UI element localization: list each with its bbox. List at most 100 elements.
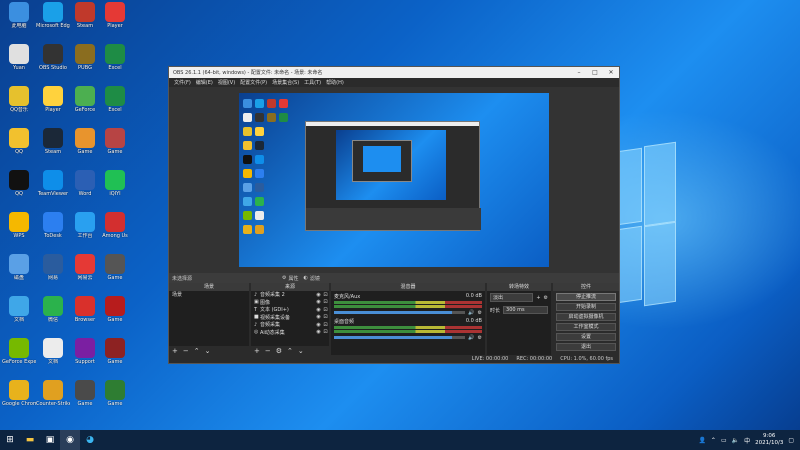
volume-icon[interactable]: 🔈: [732, 437, 739, 444]
obs-window[interactable]: OBS 26.1.1 (64-bit, windows) - 配置文件: 未命名…: [168, 66, 620, 364]
desktop-icon[interactable]: 磁盘: [2, 254, 36, 288]
desktop-icon[interactable]: Yuan: [2, 44, 36, 78]
clock[interactable]: 9:06 2021/10/3: [755, 433, 783, 447]
minimize-icon[interactable]: –: [571, 69, 587, 76]
eye-icon[interactable]: ◉: [315, 322, 322, 328]
speaker-icon[interactable]: 🔊: [468, 335, 474, 341]
eye-icon[interactable]: ◉: [315, 292, 322, 298]
desktop-icon[interactable]: Word: [68, 170, 102, 204]
remove-source-icon[interactable]: −: [265, 347, 271, 355]
menu-view[interactable]: 视图(V): [218, 79, 235, 86]
volume-slider[interactable]: [334, 336, 466, 339]
desktop-icon[interactable]: QQ音乐: [2, 86, 36, 120]
desktop-icon[interactable]: Game: [98, 254, 132, 288]
store-icon[interactable]: ▣: [40, 430, 60, 450]
transition-select[interactable]: 淡出: [490, 293, 534, 302]
eye-icon[interactable]: ◉: [315, 299, 322, 305]
desktop-icon[interactable]: Counter-Strike: [36, 380, 70, 414]
desktop-icon[interactable]: OBS Studio: [36, 44, 70, 78]
move-down-icon[interactable]: ⌄: [298, 347, 304, 355]
menu-edit[interactable]: 编辑(E): [196, 79, 213, 86]
lock-icon[interactable]: ⊡: [322, 292, 329, 298]
filters-button[interactable]: 滤镜: [310, 275, 320, 282]
desktop-icon[interactable]: 网易: [36, 254, 70, 288]
title-bar[interactable]: OBS 26.1.1 (64-bit, windows) - 配置文件: 未命名…: [169, 67, 619, 78]
menu-tools[interactable]: 工具(T): [304, 79, 321, 86]
add-scene-icon[interactable]: +: [172, 347, 178, 355]
desktop-icon[interactable]: Game: [98, 128, 132, 162]
volume-slider[interactable]: [334, 311, 466, 314]
scene-item[interactable]: 场景: [169, 291, 249, 299]
eye-icon[interactable]: ◉: [315, 307, 322, 313]
studio-mode-button[interactable]: 工作室模式: [556, 323, 616, 331]
filter-icon[interactable]: ◐: [304, 275, 308, 281]
user-icon[interactable]: 👤: [698, 437, 705, 444]
gear-icon[interactable]: ⚙: [544, 295, 548, 301]
gear-icon[interactable]: ⚙: [478, 310, 482, 316]
file-explorer-icon[interactable]: ▬: [20, 430, 40, 450]
desktop-icon[interactable]: GeForce Experience: [2, 338, 36, 372]
desktop-icon[interactable]: 文档: [36, 338, 70, 372]
desktop-icon[interactable]: Game: [98, 338, 132, 372]
exit-button[interactable]: 退出: [556, 343, 616, 351]
menu-file[interactable]: 文件(F): [174, 79, 191, 86]
source-item[interactable]: ♪ 音频采集 ◉ ⊡: [251, 321, 329, 329]
desktop-icon[interactable]: 微信: [36, 296, 70, 330]
eye-icon[interactable]: ◉: [315, 314, 322, 320]
remove-scene-icon[interactable]: −: [183, 347, 189, 355]
desktop-icon[interactable]: Microsoft Edge: [36, 2, 70, 36]
preview-canvas[interactable]: [239, 93, 549, 267]
lock-icon[interactable]: ⊡: [322, 314, 329, 320]
speaker-icon[interactable]: 🔊: [468, 310, 474, 316]
edge-icon[interactable]: ◕: [80, 430, 100, 450]
lock-icon[interactable]: ⊡: [322, 299, 329, 305]
desktop-icon[interactable]: QQ: [2, 128, 36, 162]
language-indicator[interactable]: 中: [744, 436, 750, 445]
source-item[interactable]: T 文本 (GDI+) ◉ ⊡: [251, 306, 329, 314]
obs-taskbar-icon[interactable]: ◉: [60, 430, 80, 450]
lock-icon[interactable]: ⊡: [322, 322, 329, 328]
menu-scene-collection[interactable]: 场景集合(S): [272, 79, 299, 86]
source-item[interactable]: ◎ Ai动态采集 ◉ ⊡: [251, 329, 329, 337]
source-item[interactable]: ■ 视频采集设备 ◉ ⊡: [251, 314, 329, 322]
close-icon[interactable]: ✕: [603, 69, 619, 76]
desktop-icon[interactable]: Game: [68, 128, 102, 162]
properties-button[interactable]: 属性: [289, 275, 299, 282]
source-item[interactable]: ▣ 图像 ◉ ⊡: [251, 299, 329, 307]
stop-streaming-button[interactable]: 停止推流: [556, 293, 616, 301]
move-up-icon[interactable]: ⌃: [287, 347, 293, 355]
desktop-icon[interactable]: Among Us: [98, 212, 132, 246]
desktop-icon[interactable]: TeamViewer: [36, 170, 70, 204]
source-settings-icon[interactable]: ⚙: [276, 347, 282, 355]
desktop-icon[interactable]: Steam: [36, 128, 70, 162]
desktop-icon[interactable]: Excel: [98, 86, 132, 120]
menu-help[interactable]: 帮助(H): [326, 79, 344, 86]
notification-icon[interactable]: ▢: [788, 437, 794, 444]
move-down-icon[interactable]: ⌄: [205, 347, 211, 355]
desktop-icon[interactable]: 文档: [2, 296, 36, 330]
settings-button[interactable]: 设置: [556, 333, 616, 341]
desktop-icon[interactable]: Player: [36, 86, 70, 120]
add-transition-icon[interactable]: +: [536, 295, 540, 301]
desktop-icon[interactable]: 此电脑: [2, 2, 36, 36]
desktop-icon[interactable]: Support: [68, 338, 102, 372]
desktop-icon[interactable]: Game: [68, 380, 102, 414]
maximize-icon[interactable]: □: [587, 69, 603, 76]
duration-field[interactable]: 300 ms: [503, 306, 548, 314]
add-source-icon[interactable]: +: [254, 347, 260, 355]
start-button[interactable]: ⊞: [0, 430, 20, 450]
network-icon[interactable]: ▭: [721, 437, 727, 444]
chevron-up-icon[interactable]: ⌃: [711, 437, 716, 444]
menu-profile[interactable]: 配置文件(P): [240, 79, 267, 86]
desktop-icon[interactable]: PUBG: [68, 44, 102, 78]
preview-area[interactable]: [169, 87, 619, 273]
desktop-icon[interactable]: ToDesk: [36, 212, 70, 246]
gear-icon[interactable]: ⚙: [478, 335, 482, 341]
desktop-icon[interactable]: 网易云: [68, 254, 102, 288]
desktop-icon[interactable]: 工作台: [68, 212, 102, 246]
virtual-camera-button[interactable]: 启动虚拟摄像机: [556, 313, 616, 321]
source-item[interactable]: ♪ 音频采集 2 ◉ ⊡: [251, 291, 329, 299]
desktop-icon[interactable]: GeForce: [68, 86, 102, 120]
desktop-icon[interactable]: Game: [98, 380, 132, 414]
desktop-icon[interactable]: Excel: [98, 44, 132, 78]
